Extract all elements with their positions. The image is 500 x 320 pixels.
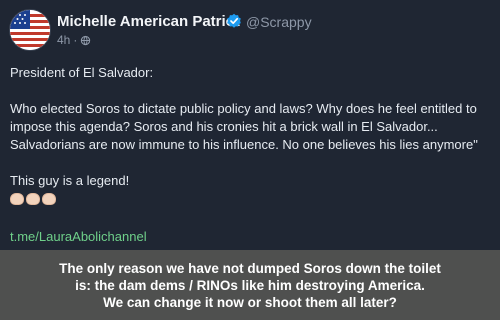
author-handle[interactable]: @Scrappy	[246, 14, 312, 30]
meta-separator: ·	[73, 33, 78, 47]
clapping-hands-icon	[10, 193, 492, 205]
caption-line-3: We can change it now or shoot them all l…	[103, 294, 397, 310]
caption-line-2: is: the dam dems / RINOs like him destro…	[75, 277, 425, 293]
caption-line-1: The only reason we have not dumped Soros…	[59, 260, 441, 276]
post-meta: 4h ·	[57, 33, 91, 47]
post-intro-text: President of El Salvador:	[10, 65, 154, 80]
author-name[interactable]: Michelle American Patriot	[57, 13, 240, 30]
avatar[interactable]	[9, 9, 51, 51]
flag-avatar-icon	[10, 10, 50, 50]
social-post: Michelle American Patriot @Scrappy 4h · P…	[0, 0, 500, 250]
post-time[interactable]: 4h	[57, 33, 70, 47]
post-link[interactable]: t.me/LauraAbolichannel	[10, 229, 147, 244]
meme-caption: The only reason we have not dumped Soros…	[0, 250, 500, 320]
globe-icon	[81, 35, 91, 46]
verified-badge-icon	[227, 13, 241, 28]
post-quote-text: Who elected Soros to dictate public poli…	[10, 101, 478, 152]
post-comment-text: This guy is a legend!	[10, 173, 130, 188]
caption-text: The only reason we have not dumped Soros…	[10, 260, 490, 311]
post-body: President of El Salvador: Who elected So…	[10, 64, 492, 205]
